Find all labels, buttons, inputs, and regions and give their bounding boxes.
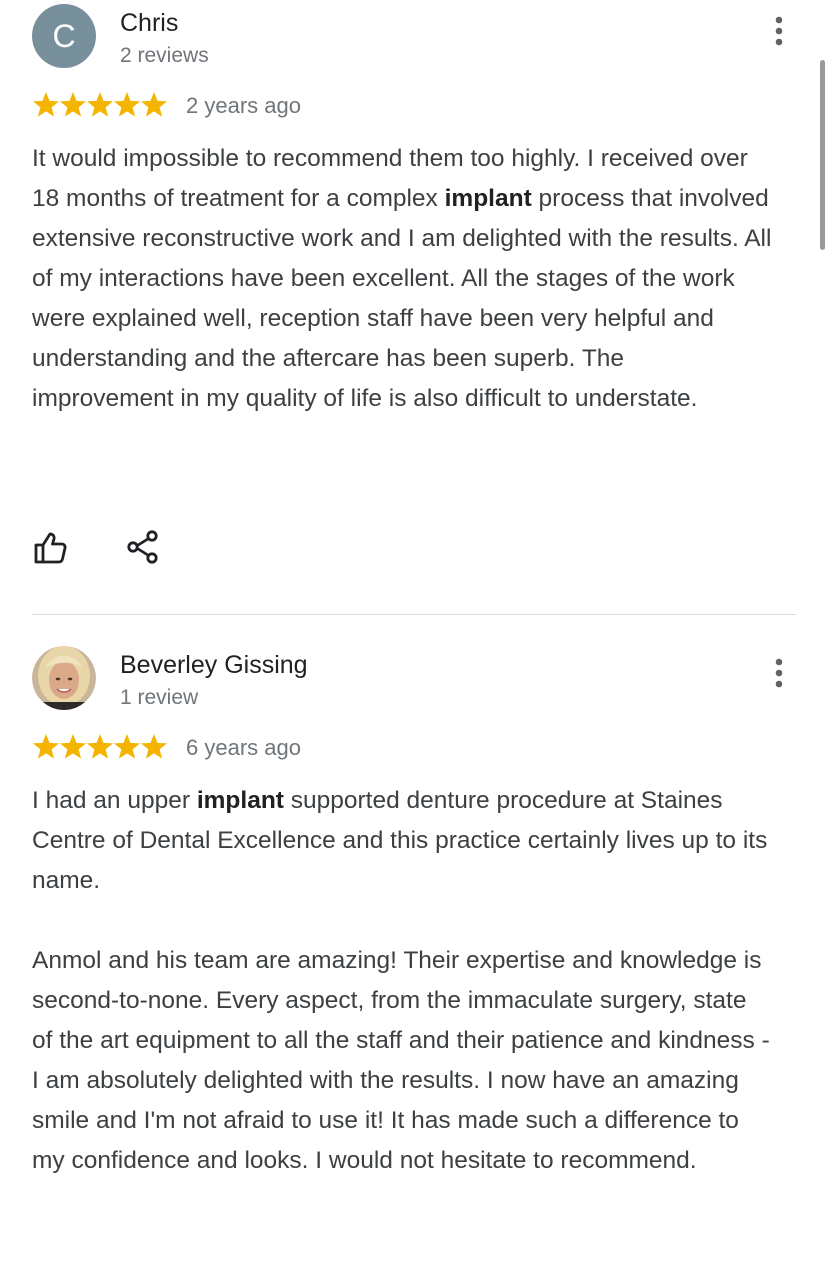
more-vert-icon[interactable] (764, 656, 794, 690)
star-icon (60, 734, 86, 759)
avatar[interactable] (32, 646, 96, 710)
review-date: 2 years ago (186, 93, 301, 118)
review-card: Beverley Gissing 1 review 6 years ago I … (0, 614, 828, 1277)
star-rating (33, 92, 167, 117)
star-icon (141, 92, 167, 117)
highlight-keyword: implant (196, 787, 284, 814)
reviewer-review-count: 2 reviews (120, 44, 209, 67)
reviewer-name[interactable]: Beverley Gissing (120, 650, 308, 680)
avatar[interactable]: C (32, 4, 96, 68)
review-text: I had an upper implant supported denture… (32, 787, 770, 1174)
share-icon[interactable] (126, 529, 160, 565)
reviewer-review-count: 1 review (120, 686, 199, 709)
more-vert-icon[interactable] (764, 14, 794, 48)
review-text: It would impossible to recommend them to… (32, 145, 772, 412)
star-icon (60, 92, 86, 117)
reviewer-name[interactable]: Chris (120, 8, 178, 38)
star-icon (87, 92, 113, 117)
star-icon (114, 734, 140, 759)
star-icon (141, 734, 167, 759)
star-rating (33, 734, 167, 759)
star-icon (33, 734, 59, 759)
star-icon (33, 92, 59, 117)
star-icon (114, 92, 140, 117)
star-icon (87, 734, 113, 759)
review-card: C Chris 2 reviews 2 years ago It would i… (0, 0, 828, 614)
thumb-up-icon[interactable] (32, 530, 68, 566)
highlight-keyword: implant (444, 185, 532, 212)
review-date: 6 years ago (186, 735, 301, 760)
